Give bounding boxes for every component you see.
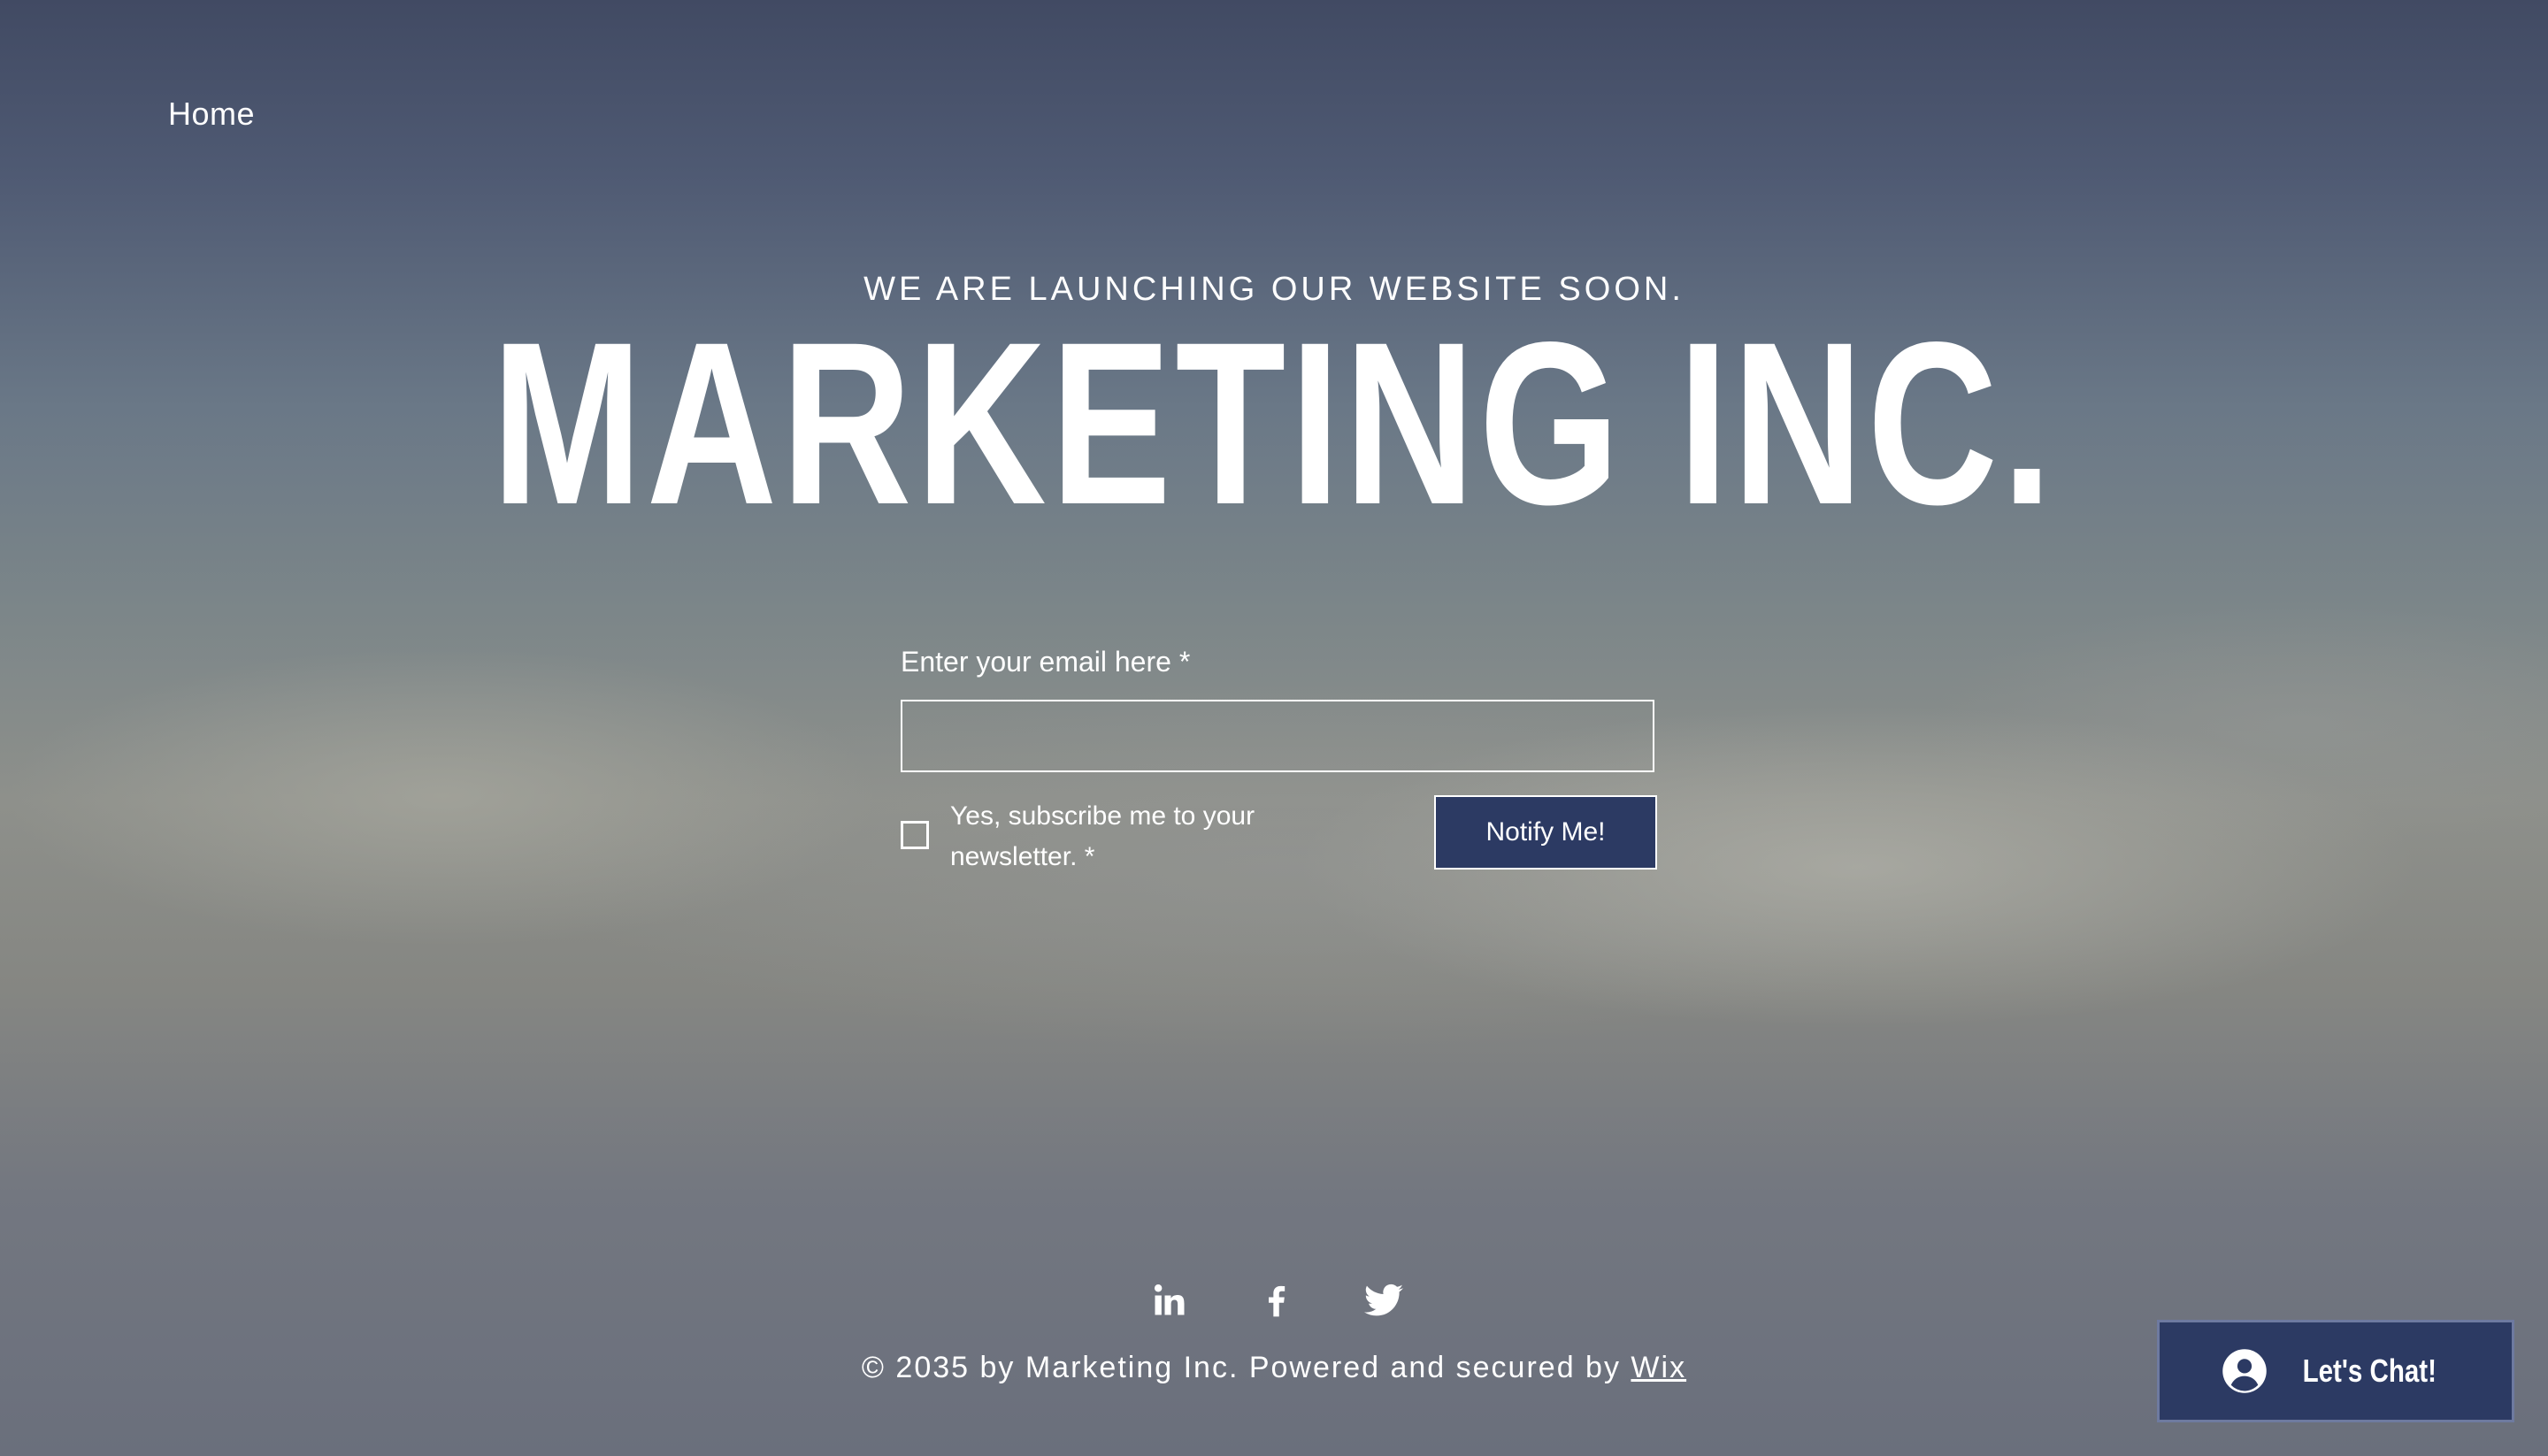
newsletter-label-line1: Yes, subscribe me to your: [950, 801, 1255, 831]
footer-copyright-text: © 2035 by Marketing Inc. Powered and sec…: [861, 1351, 1621, 1384]
email-field[interactable]: [901, 700, 1654, 772]
notify-me-button[interactable]: Notify Me!: [1434, 795, 1657, 870]
linkedin-icon[interactable]: [1143, 1274, 1196, 1327]
newsletter-checkbox-label: Yes, subscribe me to your newsletter. *: [950, 796, 1322, 877]
twitter-icon[interactable]: [1357, 1274, 1410, 1327]
hero-title: MARKETING INC.: [491, 294, 2057, 553]
newsletter-label-line2: newsletter. *: [950, 842, 1095, 871]
nav-home-link[interactable]: Home: [168, 96, 255, 133]
facebook-icon[interactable]: [1250, 1274, 1303, 1327]
newsletter-checkbox[interactable]: [901, 821, 929, 849]
wix-link[interactable]: Wix: [1631, 1351, 1686, 1384]
email-field-label: Enter your email here *: [901, 646, 1191, 678]
lets-chat-button[interactable]: Let's Chat!: [2157, 1320, 2514, 1422]
lets-chat-label: Let's Chat!: [2302, 1353, 2437, 1389]
social-bar: [1132, 1274, 1416, 1327]
user-avatar-icon: [2222, 1349, 2267, 1393]
